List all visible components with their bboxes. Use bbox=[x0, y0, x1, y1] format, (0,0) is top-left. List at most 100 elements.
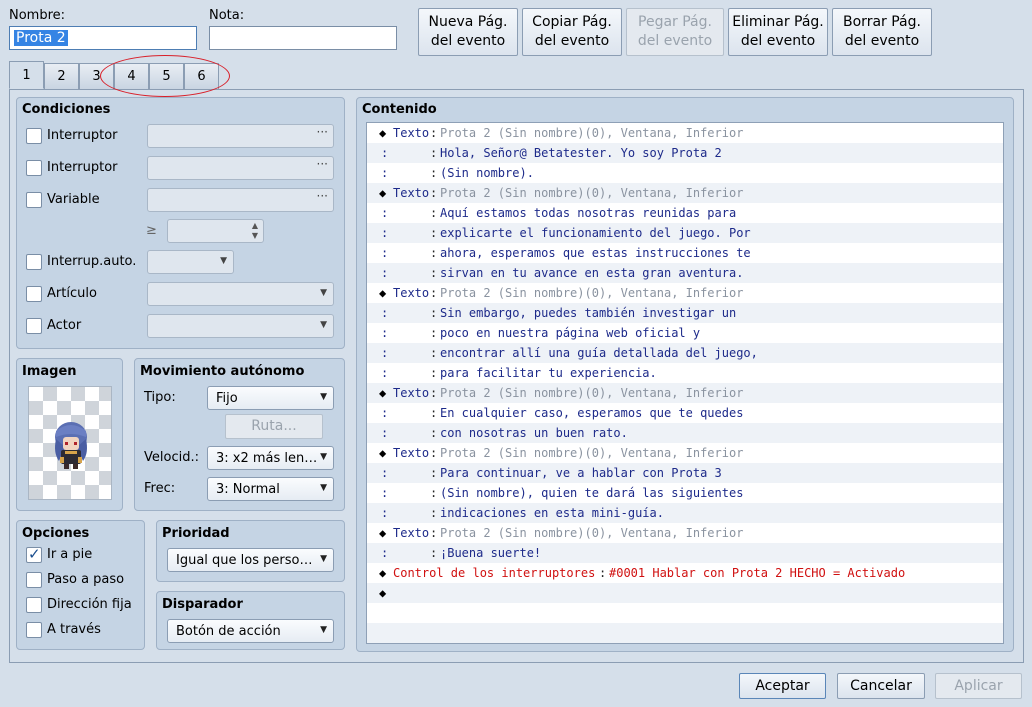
character-sprite-icon bbox=[55, 422, 87, 469]
character-image[interactable] bbox=[28, 386, 112, 500]
list-item[interactable]: :: indicaciones en esta mini-guía. bbox=[367, 503, 1003, 523]
command-text: En cualquier caso, esperamos que te qued… bbox=[440, 406, 744, 420]
list-item[interactable]: ◆ Texto: Prota 2 (Sin nombre)(0), Ventana,… bbox=[367, 443, 1003, 463]
through-checkbox[interactable] bbox=[26, 622, 42, 638]
trigger-select[interactable]: Botón de acción ▼ bbox=[167, 619, 334, 643]
switch1-checkbox[interactable] bbox=[26, 128, 42, 144]
command-text: explicarte el funcionamiento del juego. … bbox=[440, 226, 751, 240]
copy-page-button[interactable]: Copiar Pág. del evento bbox=[522, 8, 622, 56]
list-item[interactable]: :: con nosotras un buen rato. bbox=[367, 423, 1003, 443]
freq-value: 3: Normal bbox=[216, 481, 280, 497]
list-item[interactable]: :: (Sin nombre), quien te dará las siguie… bbox=[367, 483, 1003, 503]
note-label: Nota: bbox=[209, 8, 245, 23]
list-item[interactable]: ◆ Texto: Prota 2 (Sin nombre)(0), Ventana,… bbox=[367, 123, 1003, 143]
name-input[interactable]: Prota 2 bbox=[9, 26, 197, 50]
speed-select[interactable]: 3: x2 más len… ▼ bbox=[207, 446, 334, 470]
command-name: : bbox=[381, 466, 389, 480]
item-checkbox[interactable] bbox=[26, 286, 42, 302]
switch2-checkbox[interactable] bbox=[26, 160, 42, 176]
separator: : bbox=[430, 326, 438, 340]
list-item[interactable]: :: ¡Buena suerte! bbox=[367, 543, 1003, 563]
chevron-down-icon: ▼ bbox=[320, 625, 327, 635]
walk-anim-checkbox[interactable] bbox=[26, 545, 42, 563]
command-text: Prota 2 (Sin nombre)(0), Ventana, Inferi… bbox=[440, 386, 744, 400]
list-item[interactable]: :: Para continuar, ve a hablar con Prota … bbox=[367, 463, 1003, 483]
priority-title: Prioridad bbox=[162, 526, 230, 541]
contents-title: Contenido bbox=[362, 102, 437, 117]
paste-page-button[interactable]: Pegar Pág. del evento bbox=[626, 8, 724, 56]
spin-up-icon[interactable]: ▲ bbox=[252, 221, 258, 230]
command-name: Texto bbox=[393, 286, 430, 300]
variable-checkbox[interactable] bbox=[26, 192, 42, 208]
list-item[interactable]: ◆ Control de los interruptores: #0001 Habl… bbox=[367, 563, 1003, 583]
switch2-selector[interactable]: ··· bbox=[147, 156, 334, 180]
actor-label: Actor bbox=[47, 318, 82, 333]
priority-select[interactable]: Igual que los perso… ▼ bbox=[167, 548, 334, 572]
command-text: encontrar allí una guía detallada del ju… bbox=[440, 346, 758, 360]
list-item[interactable]: :: ahora, esperamos que estas instruccion… bbox=[367, 243, 1003, 263]
separator: : bbox=[430, 266, 438, 280]
self-switch-checkbox[interactable] bbox=[26, 254, 42, 270]
list-item[interactable]: ◆ bbox=[367, 583, 1003, 603]
freq-select[interactable]: 3: Normal ▼ bbox=[207, 477, 334, 501]
note-input[interactable] bbox=[209, 26, 397, 50]
command-name: Texto bbox=[393, 386, 430, 400]
list-item[interactable]: ◆ Texto: Prota 2 (Sin nombre)(0), Ventana,… bbox=[367, 283, 1003, 303]
command-text: para facilitar tu experiencia. bbox=[440, 366, 657, 380]
command-name: : bbox=[381, 506, 389, 520]
list-item[interactable]: :: sirvan en tu avance en esta gran avent… bbox=[367, 263, 1003, 283]
tab-6[interactable]: 6 bbox=[184, 63, 219, 89]
cancel-button[interactable]: Cancelar bbox=[837, 673, 925, 699]
list-item[interactable]: :: poco en nuestra página web oficial y bbox=[367, 323, 1003, 343]
list-item[interactable]: :: Sin embargo, puedes también investigar… bbox=[367, 303, 1003, 323]
list-item[interactable]: ◆ Texto: Prota 2 (Sin nombre)(0), Ventana,… bbox=[367, 523, 1003, 543]
command-name: : bbox=[381, 326, 389, 340]
list-item[interactable]: ◆ Texto: Prota 2 (Sin nombre)(0), Ventana,… bbox=[367, 183, 1003, 203]
switch1-label: Interruptor bbox=[47, 128, 118, 143]
list-item[interactable]: :: Hola, Señor@ Betatester. Yo soy Prota … bbox=[367, 143, 1003, 163]
diamond-icon: ◆ bbox=[379, 286, 387, 300]
variable-selector[interactable]: ··· bbox=[147, 188, 334, 212]
delete-page-button[interactable]: Eliminar Pág. del evento bbox=[728, 8, 828, 56]
event-command-list[interactable]: ◆ Texto: Prota 2 (Sin nombre)(0), Ventana,… bbox=[366, 122, 1004, 644]
spin-down-icon[interactable]: ▼ bbox=[252, 231, 258, 240]
actor-select[interactable]: ▼ bbox=[147, 314, 334, 338]
variable-value-spinner[interactable]: ▲ ▼ bbox=[167, 219, 264, 243]
clear-page-button[interactable]: Borrar Pág. del evento bbox=[832, 8, 932, 56]
chevron-down-icon: ▼ bbox=[320, 392, 327, 402]
list-item[interactable]: :: En cualquier caso, esperamos que te qu… bbox=[367, 403, 1003, 423]
ok-button[interactable]: Aceptar bbox=[739, 673, 826, 699]
list-item[interactable]: :: (Sin nombre). bbox=[367, 163, 1003, 183]
dir-fix-checkbox[interactable] bbox=[26, 597, 42, 613]
item-select[interactable]: ▼ bbox=[147, 282, 334, 306]
chevron-down-icon: ▼ bbox=[320, 452, 327, 462]
route-button[interactable]: Ruta... bbox=[225, 414, 323, 439]
tab-2[interactable]: 2 bbox=[44, 63, 79, 89]
apply-button[interactable]: Aplicar bbox=[935, 673, 1022, 699]
tab-3[interactable]: 3 bbox=[79, 63, 114, 89]
actor-checkbox[interactable] bbox=[26, 318, 42, 334]
self-switch-select[interactable]: ▼ bbox=[147, 250, 234, 274]
tab-5[interactable]: 5 bbox=[149, 63, 184, 89]
through-label: A través bbox=[47, 622, 101, 637]
list-item[interactable]: :: explicarte el funcionamiento del juego… bbox=[367, 223, 1003, 243]
empty-row bbox=[367, 603, 1003, 623]
switch1-selector[interactable]: ··· bbox=[147, 124, 334, 148]
list-item[interactable]: :: encontrar allí una guía detallada del … bbox=[367, 343, 1003, 363]
tab-4[interactable]: 4 bbox=[114, 63, 149, 89]
command-text: Hola, Señor@ Betatester. Yo soy Prota 2 bbox=[440, 146, 722, 160]
list-item[interactable]: :: para facilitar tu experiencia. bbox=[367, 363, 1003, 383]
list-item[interactable]: ◆ Texto: Prota 2 (Sin nombre)(0), Ventana,… bbox=[367, 383, 1003, 403]
list-item[interactable]: :: Aquí estamos todas nosotras reunidas p… bbox=[367, 203, 1003, 223]
command-name: : bbox=[381, 486, 389, 500]
separator: : bbox=[430, 486, 438, 500]
tab-1[interactable]: 1 bbox=[9, 61, 44, 89]
gte-sign: ≥ bbox=[146, 223, 157, 238]
autonomous-title: Movimiento autónomo bbox=[140, 364, 305, 379]
type-select[interactable]: Fijo ▼ bbox=[207, 386, 334, 410]
chevron-down-icon: ▼ bbox=[220, 256, 227, 266]
step-anim-checkbox[interactable] bbox=[26, 572, 42, 588]
copy-page-label-1: Copiar Pág. bbox=[532, 14, 612, 30]
command-name: : bbox=[381, 366, 389, 380]
new-page-button[interactable]: Nueva Pág. del evento bbox=[418, 8, 518, 56]
